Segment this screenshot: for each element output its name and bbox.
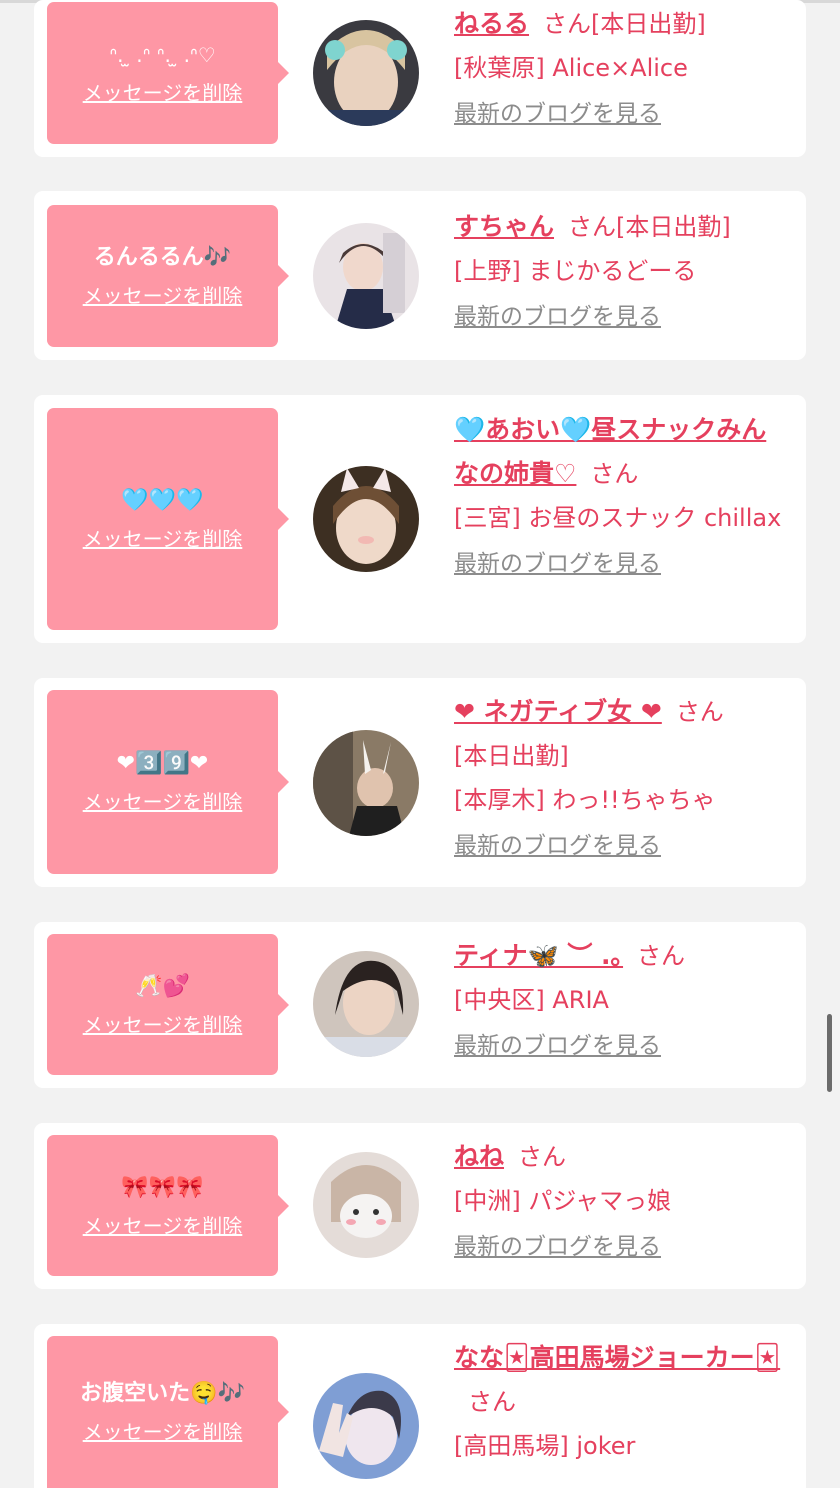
- honorific: さん: [543, 10, 592, 38]
- avatar[interactable]: [313, 466, 419, 572]
- cast-info: なな🃏高田馬場ジョーカー🃏 さん [高田馬場] joker: [454, 1336, 784, 1468]
- cast-name-link[interactable]: ❤ ネガティブ女 ❤: [454, 697, 662, 726]
- avatar[interactable]: [313, 1152, 419, 1258]
- area-shop: [高田馬場] joker: [454, 1432, 636, 1460]
- cast-info: ティナ🦋 ︶ .｡ さん [中央区] ARIA 最新のブログを見る: [454, 934, 784, 1066]
- message-bubble: 🎀🎀🎀 メッセージを削除: [47, 1135, 289, 1276]
- message-text: 🥂💕: [135, 973, 190, 999]
- cast-info: ❤ ネガティブ女 ❤ さん [本日出勤] [本厚木] わっ!!ちゃちゃ 最新のブロ…: [454, 690, 784, 866]
- shift-status: [本日出勤]: [591, 10, 706, 38]
- avatar[interactable]: [313, 730, 419, 836]
- area-shop: [上野] まじかるどーる: [454, 257, 697, 285]
- delete-message-link[interactable]: メッセージを削除: [83, 526, 243, 552]
- list-item: ᐢ. ̫ .ᐢ ᐢ. ̫ .ᐢ♡ メッセージを削除 ねるる さん[本日出勤] [秋…: [34, 0, 806, 157]
- area-shop: [中央区] ARIA: [454, 986, 609, 1014]
- avatar[interactable]: [313, 1373, 419, 1479]
- honorific: さん: [568, 213, 617, 241]
- message-text: るんるるん🎶: [93, 245, 232, 270]
- message-bubble: 🥂💕 メッセージを削除: [47, 934, 289, 1075]
- cast-name-link[interactable]: なな🃏高田馬場ジョーカー🃏: [454, 1343, 780, 1372]
- list-item: 🩵🩵🩵 メッセージを削除 🩵あおい🩵昼スナックみんなの姉貴♡ さん [三宮] お昼…: [34, 395, 806, 643]
- cast-info: 🩵あおい🩵昼スナックみんなの姉貴♡ さん [三宮] お昼のスナック chillax…: [454, 408, 784, 584]
- area-shop: [本厚木] わっ!!ちゃちゃ: [454, 786, 716, 814]
- message-text: 🩵🩵🩵: [121, 488, 204, 513]
- cast-info: すちゃん さん[本日出勤] [上野] まじかるどーる 最新のブログを見る: [454, 205, 784, 337]
- area-shop: [三宮] お昼のスナック chillax: [454, 504, 782, 532]
- message-bubble: 🩵🩵🩵 メッセージを削除: [47, 408, 289, 630]
- latest-blog-link[interactable]: 最新のブログを見る: [454, 94, 661, 134]
- avatar[interactable]: [313, 20, 419, 126]
- avatar[interactable]: [313, 951, 419, 1057]
- latest-blog-link[interactable]: 最新のブログを見る: [454, 1026, 661, 1066]
- area-shop: [秋葉原] Alice×Alice: [454, 54, 688, 82]
- avatar[interactable]: [313, 223, 419, 329]
- honorific: さん: [518, 1143, 567, 1171]
- message-text: 🎀🎀🎀: [121, 1174, 204, 1200]
- list-item: ❤︎3️⃣9️⃣❤︎ メッセージを削除 ❤ ネガティブ女 ❤ さん [本日出勤] …: [34, 678, 806, 887]
- cast-name-link[interactable]: ねるる: [454, 9, 529, 38]
- scrollbar[interactable]: [827, 1014, 832, 1092]
- honorific: さん: [675, 698, 724, 726]
- delete-message-link[interactable]: メッセージを削除: [83, 80, 243, 106]
- message-bubble: るんるるん🎶 メッセージを削除: [47, 205, 289, 347]
- area-shop: [中洲] パジャマっ娘: [454, 1187, 672, 1215]
- cast-name-link[interactable]: ねね: [454, 1142, 504, 1171]
- honorific: さん: [468, 1388, 516, 1416]
- cast-info: ねね さん [中洲] パジャマっ娘 最新のブログを見る: [454, 1135, 784, 1267]
- cast-name-link[interactable]: ティナ🦋 ︶ .｡: [454, 941, 623, 970]
- honorific: さん: [637, 942, 686, 970]
- message-bubble: お腹空いた🤤🎶 メッセージを削除: [47, 1336, 289, 1488]
- list-item: るんるるん🎶 メッセージを削除 すちゃん さん[本日出勤] [上野] まじかるどー…: [34, 191, 806, 360]
- delete-message-link[interactable]: メッセージを削除: [83, 789, 243, 815]
- cast-info: ねるる さん[本日出勤] [秋葉原] Alice×Alice 最新のブログを見る: [454, 2, 784, 134]
- delete-message-link[interactable]: メッセージを削除: [83, 1419, 243, 1445]
- delete-message-link[interactable]: メッセージを削除: [83, 283, 243, 309]
- latest-blog-link[interactable]: 最新のブログを見る: [454, 297, 661, 337]
- message-text: ❤︎3️⃣9️⃣❤︎: [116, 751, 209, 776]
- message-bubble: ❤︎3️⃣9️⃣❤︎ メッセージを削除: [47, 690, 289, 874]
- cast-name-link[interactable]: すちゃん: [454, 212, 554, 241]
- latest-blog-link[interactable]: 最新のブログを見る: [454, 544, 661, 584]
- list-item: お腹空いた🤤🎶 メッセージを削除 なな🃏高田馬場ジョーカー🃏 さん [高田馬場] …: [34, 1324, 806, 1488]
- latest-blog-link[interactable]: 最新のブログを見る: [454, 826, 661, 866]
- list-item: 🎀🎀🎀 メッセージを削除 ねね さん [中洲] パジャマっ娘 最新のブログを見る: [34, 1123, 806, 1289]
- shift-status: [本日出勤]: [616, 213, 731, 241]
- latest-blog-link[interactable]: 最新のブログを見る: [454, 1227, 661, 1267]
- honorific: さん: [590, 460, 639, 488]
- list-item: 🥂💕 メッセージを削除 ティナ🦋 ︶ .｡ さん [中央区] ARIA 最新のブロ…: [34, 922, 806, 1088]
- message-text: ᐢ. ̫ .ᐢ ᐢ. ̫ .ᐢ♡: [109, 43, 216, 67]
- delete-message-link[interactable]: メッセージを削除: [83, 1213, 243, 1239]
- shift-status: [本日出勤]: [454, 742, 569, 770]
- message-text: お腹空いた🤤🎶: [80, 1381, 245, 1406]
- message-bubble: ᐢ. ̫ .ᐢ ᐢ. ̫ .ᐢ♡ メッセージを削除: [47, 2, 289, 144]
- delete-message-link[interactable]: メッセージを削除: [83, 1012, 243, 1038]
